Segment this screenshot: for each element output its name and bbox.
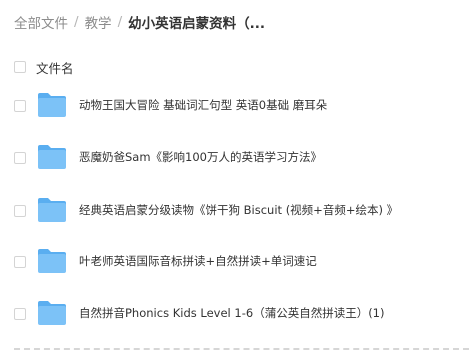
file-name[interactable]: 恶魔奶爸Sam《影响100万人的英语学习方法》 [79,149,322,165]
file-name[interactable]: 动物王国大冒险 基础词汇句型 英语0基础 磨耳朵 [79,97,327,113]
row-checkbox[interactable] [14,256,26,268]
row-checkbox[interactable] [14,152,26,164]
table-row[interactable]: 恶魔奶爸Sam《影响100万人的英语学习方法》 [0,138,469,178]
folder-icon [37,248,67,274]
file-name[interactable]: 自然拼音Phonics Kids Level 1-6（蒲公英自然拼读王）(1) [79,305,384,321]
table-header: 文件名 [0,56,469,78]
table-row[interactable]: 叶老师英语国际音标拼读+自然拼读+单词速记 [0,242,469,282]
row-checkbox[interactable] [14,308,26,320]
breadcrumb-current-folder: 幼小英语启蒙资料（... [128,16,266,32]
row-checkbox[interactable] [14,100,26,112]
table-row[interactable]: 动物王国大冒险 基础词汇句型 英语0基础 磨耳朵 [0,86,469,126]
table-row[interactable]: 自然拼音Phonics Kids Level 1-6（蒲公英自然拼读王）(1) [0,294,469,334]
file-browser: 全部文件 / 教学 / 幼小英语启蒙资料（... 文件名 动物王国大冒险 基础词… [0,0,469,353]
folder-icon [37,197,67,223]
file-name[interactable]: 叶老师英语国际音标拼读+自然拼读+单词速记 [79,253,317,269]
breadcrumb-teaching[interactable]: 教学 [85,12,112,32]
breadcrumb-separator: / [117,14,123,30]
breadcrumb: 全部文件 / 教学 / 幼小英语启蒙资料（... [14,11,265,33]
folder-icon [37,144,67,170]
select-all-checkbox[interactable] [14,61,26,73]
folder-icon [37,92,67,118]
file-name[interactable]: 经典英语启蒙分级读物《饼干狗 Biscuit (视频+音频+绘本) 》 [79,202,398,218]
breadcrumb-all-files[interactable]: 全部文件 [14,12,68,32]
row-checkbox[interactable] [14,205,26,217]
list-end-divider [14,348,469,350]
folder-icon [37,300,67,326]
column-header-filename[interactable]: 文件名 [36,58,74,77]
table-row[interactable]: 经典英语启蒙分级读物《饼干狗 Biscuit (视频+音频+绘本) 》 [0,191,469,231]
breadcrumb-separator: / [74,14,79,30]
